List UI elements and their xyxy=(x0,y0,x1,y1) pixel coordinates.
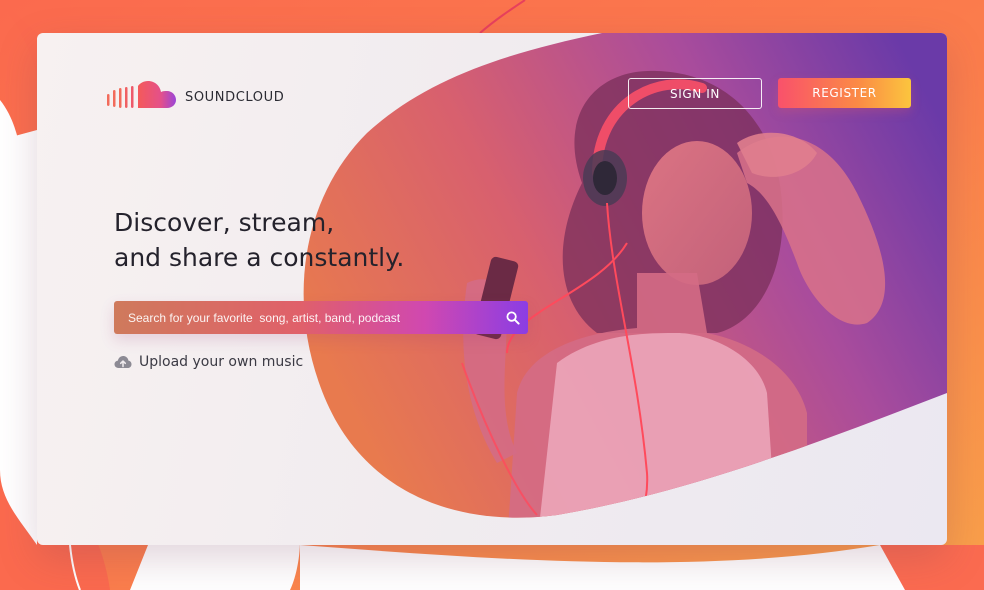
hero-headline: Discover, stream, and share a constantly… xyxy=(114,205,454,275)
headline-line-2: and share a constantly. xyxy=(114,243,405,272)
soundcloud-cloud-icon xyxy=(107,81,176,108)
upload-music-link[interactable]: Upload your own music xyxy=(114,354,303,370)
search-input[interactable] xyxy=(114,301,498,334)
cloud-upload-icon xyxy=(114,356,132,368)
landing-card: SOUNDCLOUD SIGN IN REGISTER Discover, st… xyxy=(37,33,947,545)
brand-logo[interactable]: SOUNDCLOUD xyxy=(107,80,284,114)
headline-line-1: Discover, stream, xyxy=(114,208,335,237)
search-bar xyxy=(114,301,528,334)
sign-in-button[interactable]: SIGN IN xyxy=(628,78,762,109)
search-icon[interactable] xyxy=(498,301,528,334)
brand-name: SOUNDCLOUD xyxy=(185,89,285,105)
register-button[interactable]: REGISTER xyxy=(778,78,911,108)
upload-label: Upload your own music xyxy=(139,354,304,370)
